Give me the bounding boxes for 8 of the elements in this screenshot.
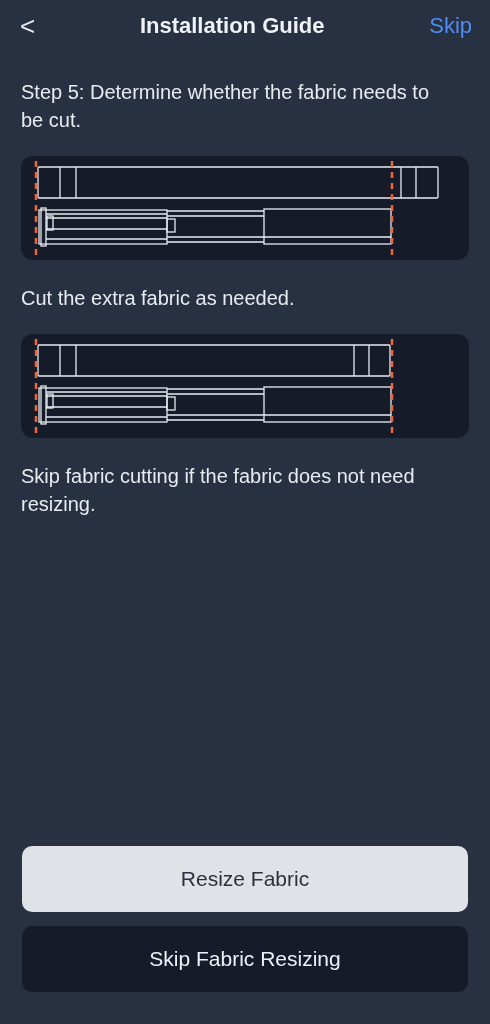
instruction-text: Skip fabric cutting if the fabric does not need resizing. xyxy=(21,464,416,517)
skip-link[interactable]: Skip xyxy=(429,13,472,39)
instruction-text: Cut the extra fabric as needed. xyxy=(21,286,296,311)
instruction-text: Step 5: Determine whether the fabric needs to be cut. xyxy=(21,80,430,133)
page-title: Installation Guide xyxy=(139,13,325,39)
action-button[interactable]: Resize Fabric xyxy=(22,846,468,912)
action-button[interactable]: Skip Fabric Resizing xyxy=(22,926,468,992)
back-button[interactable]: < xyxy=(20,10,36,42)
